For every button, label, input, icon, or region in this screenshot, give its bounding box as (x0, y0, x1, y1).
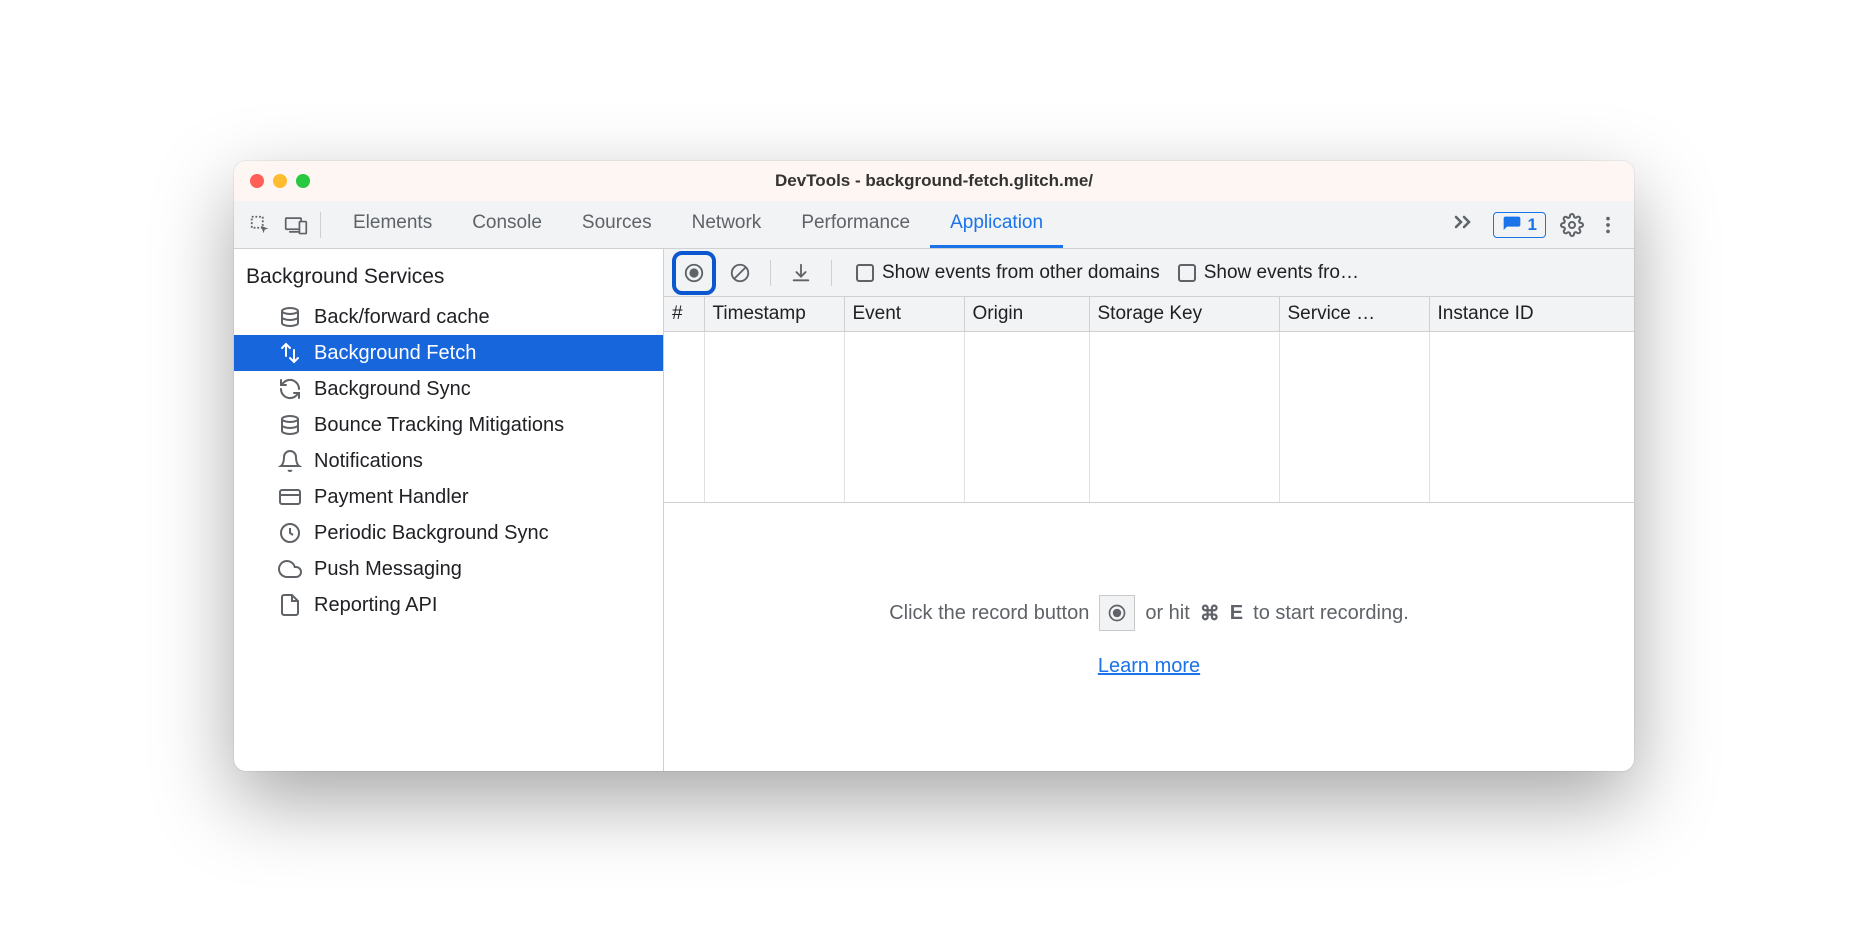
main-tab-bar: Elements Console Sources Network Perform… (234, 201, 1634, 249)
col-event[interactable]: Event (844, 297, 964, 332)
sidebar-item-label: Payment Handler (314, 486, 469, 509)
sidebar-item-label: Push Messaging (314, 558, 462, 581)
sidebar-item-background-fetch[interactable]: Background Fetch (234, 335, 663, 371)
checkbox-label: Show events from other domains (882, 262, 1160, 284)
checkbox-input[interactable] (856, 264, 874, 282)
minimize-window-button[interactable] (273, 174, 287, 188)
col-instance-id[interactable]: Instance ID (1429, 297, 1634, 332)
tab-application[interactable]: Application (930, 201, 1063, 248)
window-title: DevTools - background-fetch.glitch.me/ (234, 171, 1634, 191)
kebab-menu-icon[interactable] (1590, 207, 1626, 243)
main-split: Background Services Back/forward cache B… (234, 249, 1634, 771)
hint-text-prefix: Click the record button (889, 602, 1089, 625)
events-table: # Timestamp Event Origin Storage Key Ser… (664, 297, 1634, 503)
tab-elements[interactable]: Elements (333, 201, 452, 248)
issues-count: 1 (1528, 215, 1537, 235)
tab-performance[interactable]: Performance (781, 201, 930, 248)
background-fetch-panel: Show events from other domains Show even… (664, 249, 1634, 771)
sidebar-item-periodic-sync[interactable]: Periodic Background Sync (234, 515, 663, 551)
shortcut-modifier: ⌘ (1200, 601, 1220, 626)
tab-network[interactable]: Network (672, 201, 782, 248)
window-controls (234, 174, 310, 188)
sidebar-item-back-forward-cache[interactable]: Back/forward cache (234, 299, 663, 335)
titlebar: DevTools - background-fetch.glitch.me/ (234, 161, 1634, 201)
sidebar-item-label: Back/forward cache (314, 306, 490, 329)
tab-sources[interactable]: Sources (562, 201, 672, 248)
sidebar-item-push-messaging[interactable]: Push Messaging (234, 551, 663, 587)
issues-counter[interactable]: 1 (1493, 212, 1546, 238)
tab-console[interactable]: Console (452, 201, 562, 248)
sidebar-item-label: Reporting API (314, 594, 437, 617)
device-toolbar-icon[interactable] (278, 207, 314, 243)
sidebar-item-payment-handler[interactable]: Payment Handler (234, 479, 663, 515)
save-button[interactable] (783, 255, 819, 291)
learn-more-link[interactable]: Learn more (1098, 655, 1200, 678)
clear-button[interactable] (722, 255, 758, 291)
close-window-button[interactable] (250, 174, 264, 188)
divider (320, 212, 321, 238)
sidebar-item-label: Notifications (314, 450, 423, 473)
record-icon (1099, 595, 1135, 631)
col-storage-key[interactable]: Storage Key (1089, 297, 1279, 332)
sidebar-item-bounce-tracking[interactable]: Bounce Tracking Mitigations (234, 407, 663, 443)
inspect-element-icon[interactable] (242, 207, 278, 243)
hint-text-suffix: to start recording. (1253, 602, 1409, 625)
maximize-window-button[interactable] (296, 174, 310, 188)
col-service-worker[interactable]: Service … (1279, 297, 1429, 332)
sidebar-group-background-services: Background Services (234, 249, 663, 299)
show-events-from-checkbox[interactable]: Show events fro… (1178, 262, 1626, 284)
sidebar-item-reporting-api[interactable]: Reporting API (234, 587, 663, 623)
show-other-domains-checkbox[interactable]: Show events from other domains (856, 262, 1160, 284)
more-tabs-chevron-icon[interactable] (1441, 210, 1485, 240)
col-timestamp[interactable]: Timestamp (704, 297, 844, 332)
events-toolbar: Show events from other domains Show even… (664, 249, 1634, 297)
sidebar-item-label: Periodic Background Sync (314, 522, 549, 545)
divider (831, 260, 832, 286)
settings-gear-icon[interactable] (1554, 207, 1590, 243)
divider (770, 260, 771, 286)
sidebar-item-label: Background Fetch (314, 342, 476, 365)
sidebar-item-label: Background Sync (314, 378, 471, 401)
record-button[interactable] (672, 251, 716, 295)
hint-text-middle: or hit (1145, 602, 1189, 625)
col-origin[interactable]: Origin (964, 297, 1089, 332)
table-header-row: # Timestamp Event Origin Storage Key Ser… (664, 297, 1634, 332)
recording-hint: Click the record button or hit ⌘ E to st… (664, 503, 1634, 772)
checkbox-input[interactable] (1178, 264, 1196, 282)
application-sidebar: Background Services Back/forward cache B… (234, 249, 664, 771)
panel-tabs: Elements Console Sources Network Perform… (333, 201, 1441, 248)
sidebar-item-background-sync[interactable]: Background Sync (234, 371, 663, 407)
shortcut-key: E (1230, 602, 1243, 625)
devtools-window: DevTools - background-fetch.glitch.me/ E… (234, 161, 1634, 771)
sidebar-item-notifications[interactable]: Notifications (234, 443, 663, 479)
sidebar-item-label: Bounce Tracking Mitigations (314, 414, 564, 437)
checkbox-label: Show events fro… (1204, 262, 1359, 284)
col-index[interactable]: # (664, 297, 704, 332)
table-empty-row (664, 332, 1634, 502)
